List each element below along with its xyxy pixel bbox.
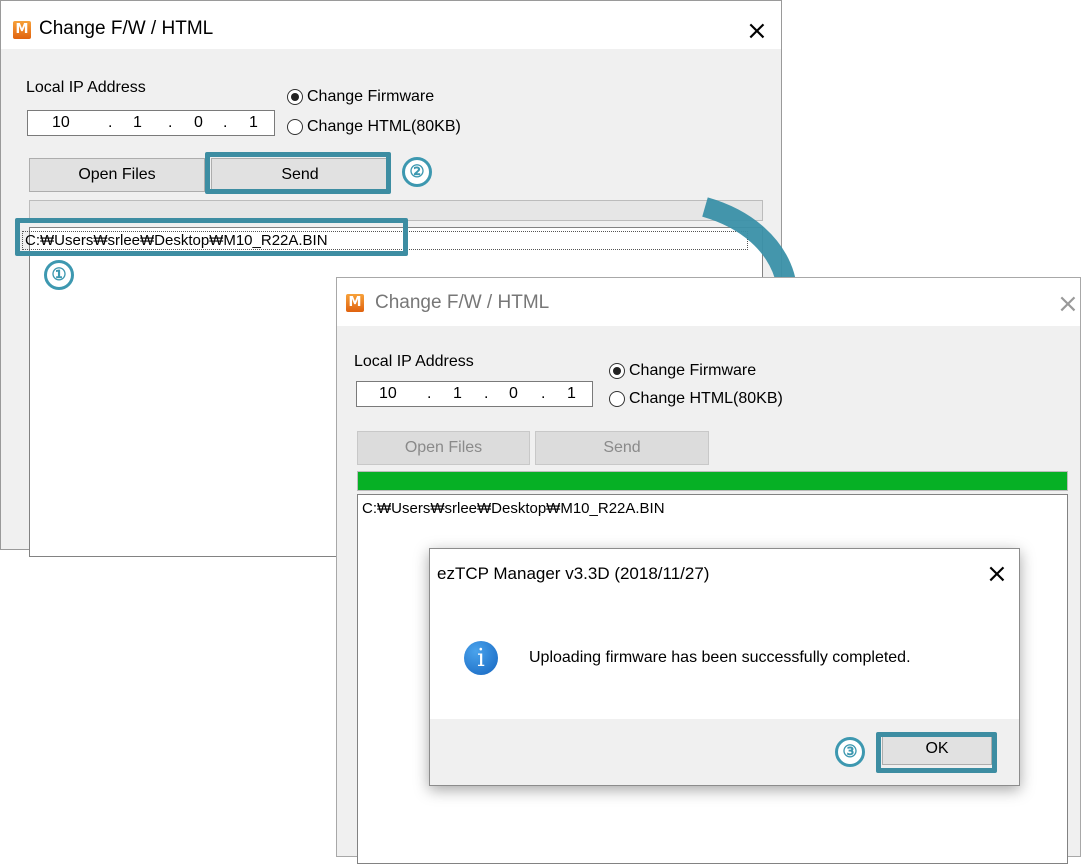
radio-change-firmware[interactable]: Change Firmware [609,361,756,381]
ip-octet-2[interactable]: 1 [133,111,142,135]
message-title: ezTCP Manager v3.3D (2018/11/27) [437,564,710,583]
title-bar: M Change F/W / HTML × [1,1,781,49]
ip-label: Local IP Address [26,79,146,96]
ip-octet-4[interactable]: 1 [249,111,258,135]
app-logo-icon: M [346,294,364,312]
ip-octet-1[interactable]: 10 [52,111,70,135]
close-icon[interactable]: × [1057,291,1079,317]
ip-label: Local IP Address [354,353,474,370]
info-icon: i [464,641,498,675]
open-files-button[interactable]: Open Files [357,431,530,465]
ip-address-input[interactable]: 10 . 1 . 0 . 1 [27,110,275,136]
close-icon[interactable]: × [746,18,768,44]
window-title: Change F/W / HTML [375,292,550,313]
highlight-ok-button [876,732,997,773]
upload-progress-bar [357,471,1068,491]
ip-octet-2[interactable]: 1 [453,382,462,406]
app-logo-icon: M [13,21,31,39]
ip-dot: . [223,114,228,131]
radio-label: Change HTML(80KB) [307,118,461,135]
ip-octet-3[interactable]: 0 [509,382,518,406]
radio-label: Change Firmware [629,362,757,379]
send-button[interactable]: Send [535,431,709,465]
close-icon[interactable]: × [986,561,1008,587]
window-title: Change F/W / HTML [39,18,214,39]
ip-octet-3[interactable]: 0 [194,111,203,135]
message-text: Uploading firmware has been successfully… [529,649,911,666]
radio-label: Change Firmware [307,88,435,105]
ip-dot: . [541,385,546,402]
ip-address-input[interactable]: 10 . 1 . 0 . 1 [356,381,593,407]
radio-change-html[interactable]: Change HTML(80KB) [609,389,783,409]
step-2-marker: ② [402,157,432,187]
radio-checked-icon [609,363,625,379]
radio-change-html[interactable]: Change HTML(80KB) [287,117,461,137]
selected-file-path[interactable]: C:₩Users₩srlee₩Desktop₩M10_R22A.BIN [362,500,665,517]
ip-octet-1[interactable]: 10 [379,382,397,406]
ip-octet-4[interactable]: 1 [567,382,576,406]
ip-dot: . [427,385,432,402]
highlight-send-button [205,152,391,194]
ip-dot: . [168,114,173,131]
ip-dot: . [108,114,113,131]
progress-fill [358,472,1067,490]
radio-label: Change HTML(80KB) [629,390,783,407]
radio-checked-icon [287,89,303,105]
ip-dot: . [484,385,489,402]
highlight-file-path [15,218,408,256]
step-3-marker: ③ [835,737,865,767]
radio-change-firmware[interactable]: Change Firmware [287,87,434,107]
step-1-marker: ① [44,260,74,290]
radio-unchecked-icon [287,119,303,135]
title-bar: M Change F/W / HTML × [337,278,1080,326]
radio-unchecked-icon [609,391,625,407]
open-files-button[interactable]: Open Files [29,158,205,192]
